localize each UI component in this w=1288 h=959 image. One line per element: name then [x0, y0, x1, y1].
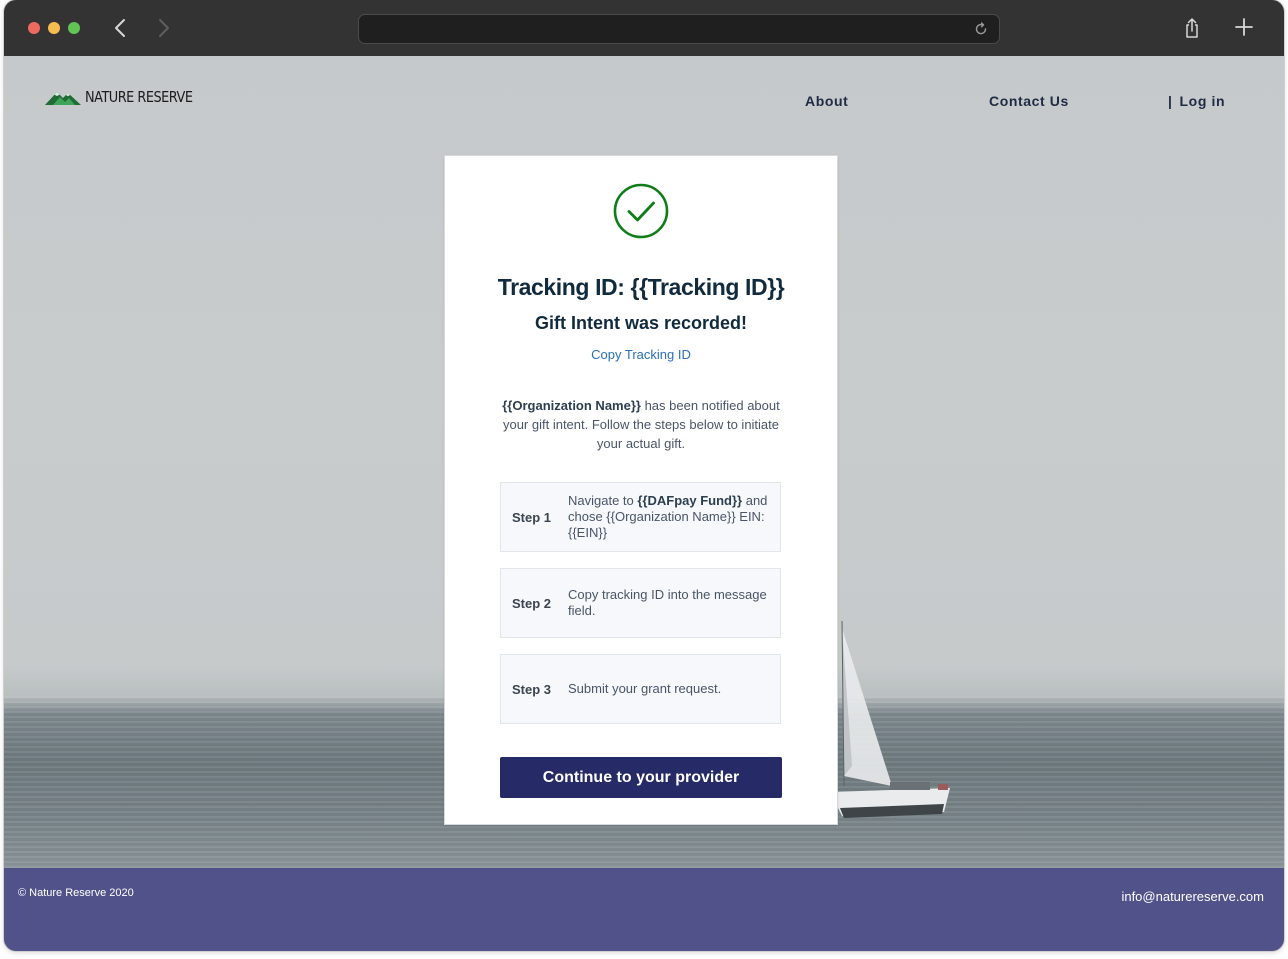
- plus-icon[interactable]: [1234, 17, 1254, 37]
- step-3-text: Submit your grant request.: [568, 681, 722, 696]
- reload-icon[interactable]: [973, 21, 989, 37]
- sailboat-image: [830, 620, 950, 818]
- zoom-window-button[interactable]: [68, 22, 80, 34]
- address-bar[interactable]: [358, 14, 1000, 44]
- step-1-text: Navigate to {{DAFpay Fund}} and chose {{…: [568, 493, 768, 540]
- site-footer: © Nature Reserve 2020 info@naturereserve…: [4, 868, 1284, 951]
- step-label: Step 3: [512, 681, 552, 697]
- step-2-box: Step 2 Copy tracking ID into the message…: [500, 568, 781, 638]
- step-1-box: Step 1 Navigate to {{DAFpay Fund}} and c…: [500, 482, 781, 552]
- page-hero: NATURE RESERVE About Contact Us | Log in …: [4, 56, 1284, 868]
- brand-name: NATURE RESERVE: [85, 88, 193, 106]
- dafpay-fund-name: {{DAFpay Fund}}: [637, 493, 743, 508]
- nav-about-link[interactable]: About: [805, 93, 848, 109]
- nav-login-link[interactable]: | Log in: [1168, 93, 1225, 109]
- organization-name: {{Organization Name}}: [502, 398, 641, 413]
- step-label: Step 2: [512, 595, 552, 611]
- copy-tracking-id-link[interactable]: Copy Tracking ID: [445, 347, 837, 362]
- mountain-logo-icon: [45, 92, 81, 105]
- share-icon[interactable]: [1182, 16, 1202, 40]
- confirmation-card: Tracking ID: {{Tracking ID}} Gift Intent…: [444, 155, 838, 825]
- step-3-box: Step 3 Submit your grant request.: [500, 654, 781, 724]
- footer-copyright: © Nature Reserve 2020: [18, 887, 134, 899]
- chevron-left-icon[interactable]: [110, 16, 130, 40]
- browser-window: NATURE RESERVE About Contact Us | Log in …: [4, 0, 1284, 951]
- footer-email-link[interactable]: info@naturereserve.com: [1121, 889, 1264, 904]
- step-label: Step 1: [512, 509, 552, 525]
- notification-message: {{Organization Name}} has been notified …: [499, 396, 783, 453]
- close-window-button[interactable]: [28, 22, 40, 34]
- chevron-right-icon[interactable]: [154, 16, 174, 40]
- tracking-id-title: Tracking ID: {{Tracking ID}}: [497, 274, 785, 300]
- step-2-text: Copy tracking ID into the message field.: [568, 587, 767, 618]
- nav-separator: |: [1168, 93, 1173, 109]
- continue-to-provider-button[interactable]: Continue to your provider: [500, 757, 782, 798]
- minimize-window-button[interactable]: [48, 22, 60, 34]
- gift-intent-subtitle: Gift Intent was recorded!: [534, 313, 748, 333]
- nav-login-label: Log in: [1179, 93, 1226, 109]
- nav-contact-link[interactable]: Contact Us: [989, 93, 1069, 109]
- browser-toolbar: [4, 0, 1284, 56]
- brand-logo[interactable]: NATURE RESERVE: [44, 86, 210, 108]
- check-circle-icon: [613, 183, 669, 239]
